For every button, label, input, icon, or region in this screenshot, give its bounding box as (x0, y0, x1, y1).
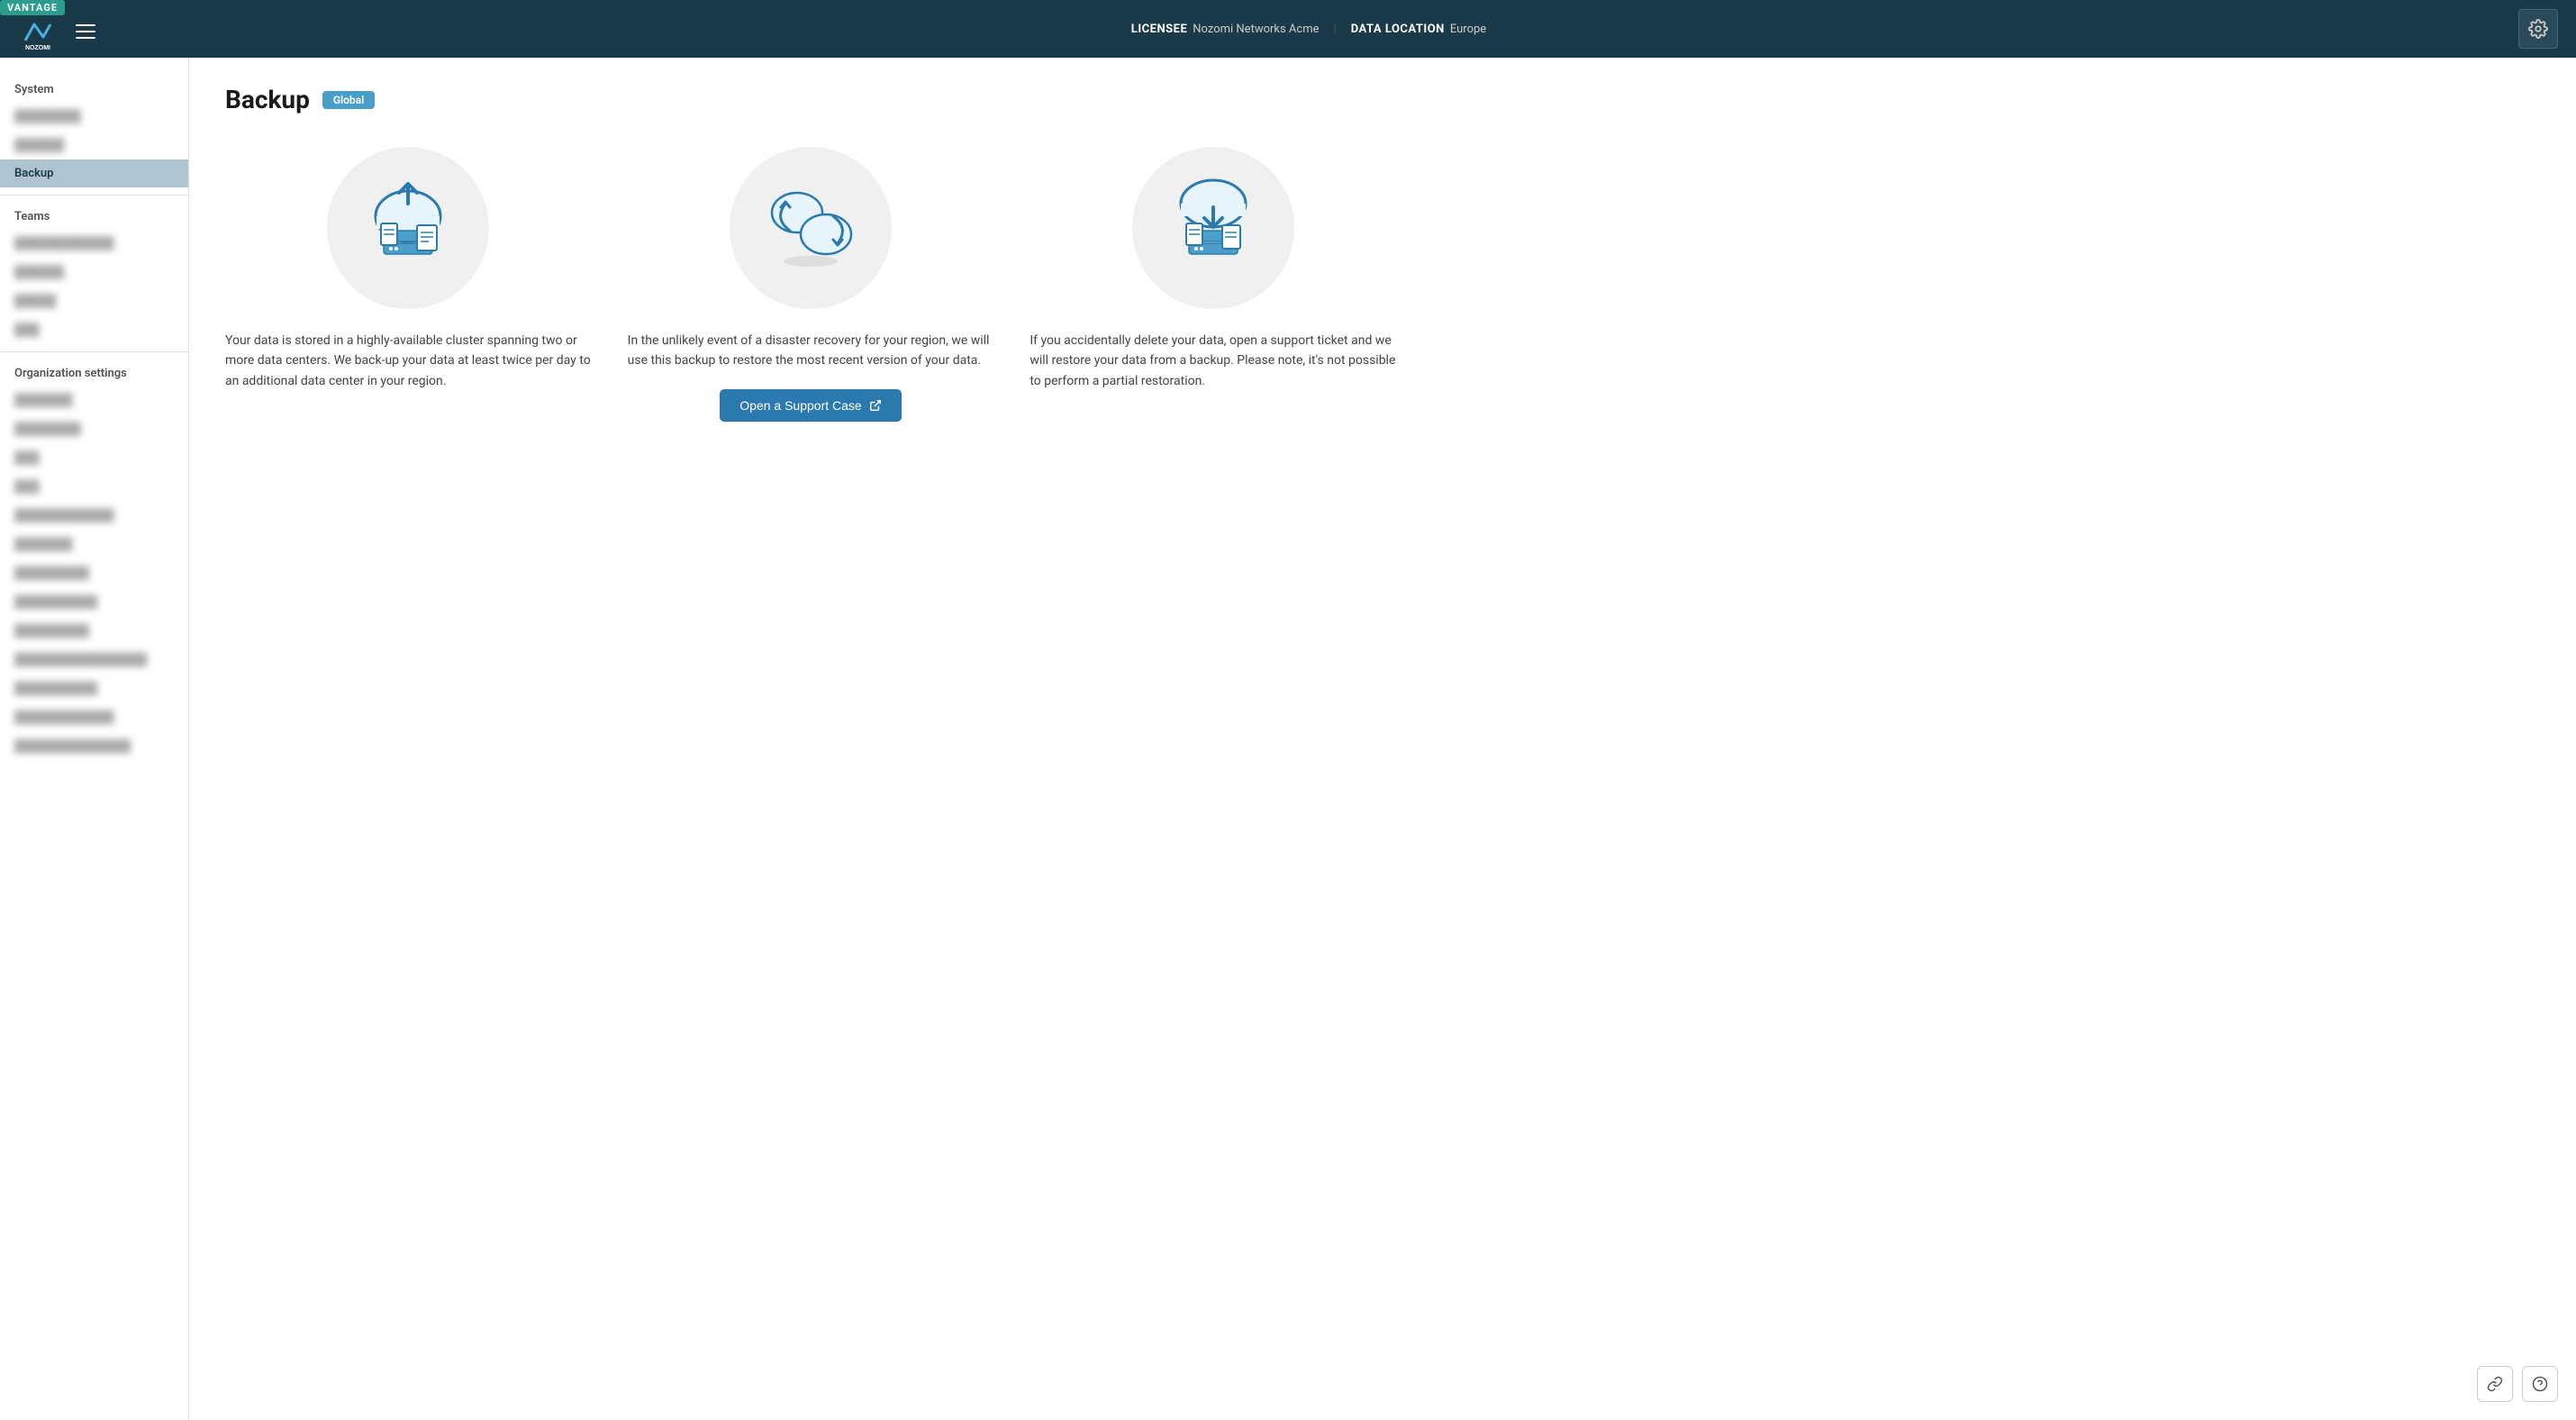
sidebar-item-org-8[interactable]: ██████████ (0, 587, 188, 616)
teams-section-label: Teams (0, 203, 188, 229)
org-settings-section-label: Organization settings (0, 360, 188, 386)
disaster-recovery-card: In the unlikely event of a disaster reco… (628, 147, 994, 422)
licensee-value: Nozomi Networks Acme (1193, 23, 1319, 36)
upload-cloud-icon (349, 169, 467, 287)
main-content: Backup Global (189, 58, 2576, 1420)
sidebar-divider-1 (0, 195, 188, 196)
sidebar-item-system-2[interactable]: ██████ (0, 131, 188, 159)
sidebar-item-org-5[interactable]: ████████████ (0, 501, 188, 530)
data-restore-illustration (1132, 147, 1294, 309)
sidebar-divider-2 (0, 351, 188, 352)
system-section: System ████████ ██████ Backup (0, 76, 188, 187)
page-title: Backup (225, 85, 310, 114)
download-cloud-icon (1155, 169, 1272, 287)
logo-area: NOZOMI NETWORKS (18, 12, 99, 51)
global-badge: Global (322, 91, 375, 109)
system-section-label: System (0, 76, 188, 102)
sidebar-item-teams-3[interactable]: █████ (0, 287, 188, 315)
vantage-badge: VANTAGE (0, 0, 65, 15)
cloud-sync-icon (752, 169, 869, 287)
help-icon (2532, 1376, 2548, 1392)
hamburger-menu[interactable] (72, 21, 99, 42)
sidebar-item-backup[interactable]: Backup (0, 159, 188, 187)
card-action: Open a Support Case (720, 389, 901, 422)
sidebar-item-org-10[interactable]: ████████████████ (0, 645, 188, 674)
sidebar-item-org-11[interactable]: ██████████ (0, 674, 188, 703)
settings-button[interactable] (2518, 9, 2558, 49)
sidebar-item-org-4[interactable]: ███ (0, 472, 188, 501)
help-button[interactable] (2522, 1366, 2558, 1402)
backup-storage-card: Your data is stored in a highly-availabl… (225, 147, 592, 422)
external-link-icon (869, 399, 882, 412)
bottom-right-buttons (2477, 1366, 2558, 1402)
disaster-recovery-illustration (730, 147, 892, 309)
sidebar-item-system-1[interactable]: ████████ (0, 102, 188, 131)
nozomi-logo: NOZOMI NETWORKS (18, 12, 58, 51)
sidebar-item-org-12[interactable]: ████████████ (0, 703, 188, 732)
svg-text:NOZOMI: NOZOMI (25, 45, 50, 51)
data-location-value: Europe (1450, 23, 1486, 36)
topbar-center: LICENSEE Nozomi Networks Acme | DATA LOC… (99, 23, 2518, 36)
sidebar-item-org-9[interactable]: █████████ (0, 616, 188, 645)
topbar: VANTAGE NOZOMI NETWORKS LICENSEE Nozomi … (0, 0, 2576, 58)
cards-area: Your data is stored in a highly-availabl… (225, 147, 1396, 422)
sidebar-item-teams-2[interactable]: ██████ (0, 258, 188, 287)
disaster-recovery-text: In the unlikely event of a disaster reco… (628, 331, 994, 371)
sidebar-item-teams-4[interactable]: ███ (0, 315, 188, 344)
sidebar-item-org-3[interactable]: ███ (0, 443, 188, 472)
licensee-label: LICENSEE (1131, 23, 1187, 36)
gear-icon (2528, 19, 2548, 39)
topbar-right (2518, 9, 2558, 49)
sidebar-item-org-1[interactable]: ███████ (0, 386, 188, 414)
open-support-case-button[interactable]: Open a Support Case (720, 389, 901, 422)
sidebar: System ████████ ██████ Backup Teams ████… (0, 58, 189, 1420)
data-location-label: DATA LOCATION (1351, 23, 1445, 36)
link-button[interactable] (2477, 1366, 2513, 1402)
support-btn-label: Open a Support Case (739, 398, 861, 413)
sidebar-item-org-13[interactable]: ██████████████ (0, 732, 188, 760)
link-icon (2487, 1376, 2503, 1392)
sidebar-item-org-6[interactable]: ███████ (0, 530, 188, 559)
data-restore-text: If you accidentally delete your data, op… (1029, 331, 1396, 391)
sidebar-item-org-2[interactable]: ████████ (0, 414, 188, 443)
org-settings-section: Organization settings ███████ ████████ █… (0, 360, 188, 760)
backup-storage-text: Your data is stored in a highly-availabl… (225, 331, 592, 391)
data-restore-card: If you accidentally delete your data, op… (1029, 147, 1396, 422)
app-layout: System ████████ ██████ Backup Teams ████… (0, 58, 2576, 1420)
teams-section: Teams ████████████ ██████ █████ ███ (0, 203, 188, 344)
sidebar-item-org-7[interactable]: █████████ (0, 559, 188, 587)
backup-storage-illustration (327, 147, 489, 309)
page-header: Backup Global (225, 85, 2540, 114)
sidebar-item-teams-1[interactable]: ████████████ (0, 229, 188, 258)
